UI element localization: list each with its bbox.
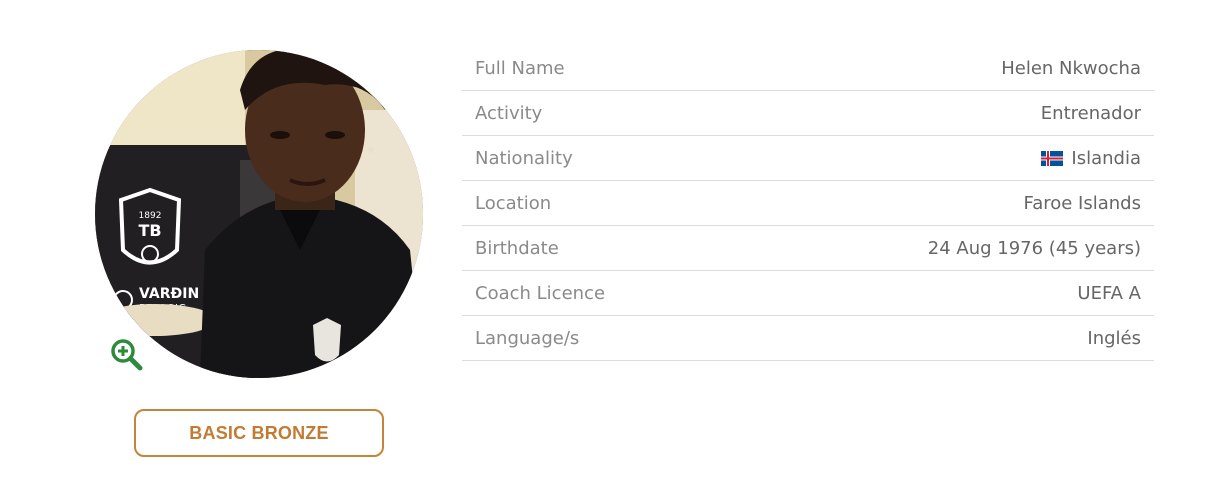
detail-value-nationality: Islandia	[1041, 148, 1141, 169]
detail-label: Birthdate	[475, 237, 559, 259]
detail-row-activity: Activity Entrenador	[462, 91, 1154, 136]
crest-year: 1892	[139, 211, 162, 221]
zoom-in-icon[interactable]	[109, 337, 143, 371]
detail-label: Location	[475, 192, 552, 214]
detail-label: Full Name	[475, 57, 565, 79]
detail-row-nationality: Nationality Islandia	[462, 136, 1154, 181]
detail-value: Entrenador	[1040, 102, 1141, 124]
detail-label: Nationality	[475, 147, 573, 169]
profile-photo[interactable]: 1892 TB VARÐIN PELAGIC	[95, 50, 423, 378]
detail-value: Inglés	[1087, 327, 1141, 349]
detail-label: Coach Licence	[475, 282, 606, 304]
detail-row-languages: Language/s Inglés	[462, 316, 1154, 361]
sponsor-line-1: VARÐIN	[139, 286, 199, 302]
detail-row-birthdate: Birthdate 24 Aug 1976 (45 years)	[462, 226, 1154, 271]
detail-row-location: Location Faroe Islands	[462, 181, 1154, 226]
profile-details-table: Full Name Helen Nkwocha Activity Entrena…	[462, 46, 1154, 361]
detail-value: Faroe Islands	[1023, 192, 1141, 214]
detail-value: 24 Aug 1976 (45 years)	[927, 237, 1141, 259]
nationality-text: Islandia	[1071, 147, 1141, 169]
crest-initials: TB	[138, 221, 161, 240]
detail-label: Activity	[475, 102, 543, 124]
detail-value: UEFA A	[1077, 282, 1141, 304]
detail-row-full-name: Full Name Helen Nkwocha	[462, 46, 1154, 91]
iceland-flag-icon	[1041, 150, 1064, 166]
detail-row-coach-licence: Coach Licence UEFA A	[462, 271, 1154, 316]
detail-value: Helen Nkwocha	[1001, 57, 1141, 79]
profile-photo-image: 1892 TB VARÐIN PELAGIC	[95, 50, 423, 378]
detail-label: Language/s	[475, 327, 580, 349]
plan-badge-button[interactable]: BASIC BRONZE	[134, 409, 384, 457]
